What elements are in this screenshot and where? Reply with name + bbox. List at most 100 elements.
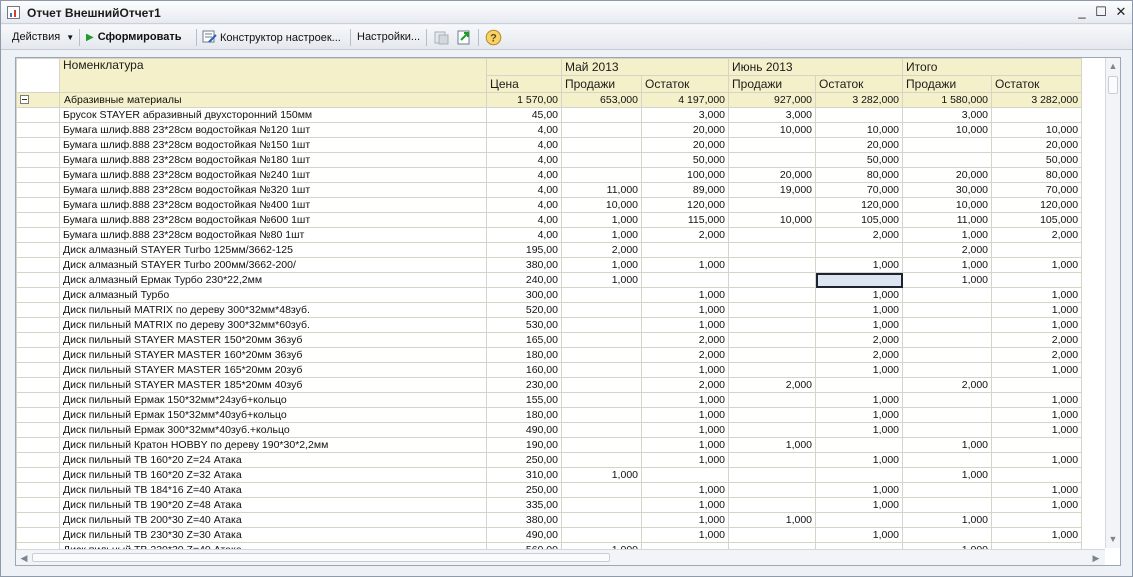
cell-june-balance[interactable]: 1,000 (815, 362, 904, 378)
cell-total-sales[interactable] (902, 482, 993, 498)
cell-may-balance[interactable]: 1,000 (640, 422, 730, 438)
cell-june-balance[interactable]: 1,000 (815, 497, 904, 513)
row-gutter[interactable] (16, 92, 60, 108)
cell-nomenclature[interactable]: Диск алмазный STAYER Turbo 200мм/3662-20… (59, 257, 487, 273)
cell-june-balance[interactable]: 70,000 (815, 182, 904, 198)
cell-may-balance[interactable]: 100,000 (640, 167, 730, 183)
cell-total-sales[interactable] (902, 392, 993, 408)
cell-nomenclature[interactable]: Бумага шлиф.888 23*28см водостойкая №600… (59, 212, 487, 228)
table-row[interactable]: Диск пильный Ермак 300*32мм*40зуб.+кольц… (16, 422, 1083, 438)
cell-may-balance[interactable] (640, 242, 730, 258)
cell-total-sales[interactable] (902, 317, 993, 333)
cell-may-balance[interactable]: 89,000 (640, 182, 730, 198)
cell-june-balance[interactable]: 1,000 (815, 257, 904, 273)
header-nomenclature[interactable]: Номенклатура (59, 58, 487, 93)
table-row[interactable]: Диск пильный STAYER MASTER 150*20мм 36зу… (16, 332, 1083, 348)
cell-may-balance[interactable]: 4 197,000 (640, 92, 730, 108)
cell-total-balance[interactable] (991, 512, 1083, 528)
cell-price[interactable]: 190,00 (486, 437, 562, 453)
group-row[interactable]: Абразивные материалы 1 570,00 653,000 4 197… (16, 92, 1083, 108)
header-may[interactable]: Май 2013 (560, 58, 730, 76)
table-row[interactable]: Диск пильный MATRIX по дереву 300*32мм*6… (16, 317, 1083, 333)
cell-total-balance[interactable]: 80,000 (991, 167, 1083, 183)
table-row[interactable]: Бумага шлиф.888 23*28см водостойкая №400… (16, 197, 1083, 213)
cell-total-balance[interactable]: 1,000 (991, 317, 1083, 333)
vertical-scroll-thumb[interactable] (1108, 76, 1118, 94)
cell-may-balance[interactable]: 1,000 (640, 527, 730, 543)
cell-price[interactable]: 195,00 (486, 242, 562, 258)
cell-june-sales[interactable] (728, 392, 817, 408)
cell-nomenclature[interactable]: Бумага шлиф.888 23*28см водостойкая №400… (59, 197, 487, 213)
cell-june-balance[interactable]: 3 282,000 (815, 92, 904, 108)
cell-june-balance[interactable] (815, 467, 904, 483)
cell-total-balance[interactable]: 2,000 (991, 227, 1083, 243)
table-row[interactable]: Диск пильный Кратон HOBBY по дереву 190*… (16, 437, 1083, 453)
table-row[interactable]: Бумага шлиф.888 23*28см водостойкая №180… (16, 152, 1083, 168)
cell-price[interactable]: 160,00 (486, 362, 562, 378)
cell-may-balance[interactable]: 1,000 (640, 482, 730, 498)
cell-may-balance[interactable]: 20,000 (640, 137, 730, 153)
export-icon[interactable] (456, 29, 473, 46)
cell-total-sales[interactable] (902, 347, 993, 363)
cell-may-balance[interactable] (640, 467, 730, 483)
cell-nomenclature[interactable]: Диск пильный STAYER MASTER 160*20мм 36зу… (59, 347, 487, 363)
cell-price[interactable]: 300,00 (486, 287, 562, 303)
cell-nomenclature[interactable]: Диск пильный ТВ 184*16 Z=40 Атака (59, 482, 487, 498)
cell-total-balance[interactable] (991, 467, 1083, 483)
cell-may-sales[interactable] (561, 302, 642, 318)
cell-may-sales[interactable] (561, 137, 642, 153)
table-row[interactable]: Диск алмазный STAYER Turbo 125мм/3662-12… (16, 242, 1083, 258)
cell-may-sales[interactable]: 653,000 (561, 92, 642, 108)
scroll-left-arrow-icon[interactable]: ◀ (17, 552, 31, 564)
cell-june-sales[interactable] (728, 482, 817, 498)
cell-total-balance[interactable]: 1,000 (991, 287, 1083, 303)
cell-may-balance[interactable]: 1,000 (640, 302, 730, 318)
cell-total-sales[interactable]: 2,000 (902, 242, 993, 258)
cell-may-balance[interactable]: 3,000 (640, 107, 730, 123)
cell-june-sales[interactable] (728, 137, 817, 153)
table-row[interactable]: Диск пильный ТВ 230*30 Z=30 Атака 490,00 1… (16, 527, 1083, 543)
cell-may-sales[interactable] (561, 527, 642, 543)
table-row[interactable]: Бумага шлиф.888 23*28см водостойкая №240… (16, 167, 1083, 183)
cell-price[interactable]: 4,00 (486, 152, 562, 168)
cell-june-sales[interactable] (728, 242, 817, 258)
cell-may-sales[interactable] (561, 497, 642, 513)
cell-june-sales[interactable]: 10,000 (728, 122, 817, 138)
cell-price[interactable]: 520,00 (486, 302, 562, 318)
cell-price[interactable]: 45,00 (486, 107, 562, 123)
cell-nomenclature[interactable]: Диск пильный STAYER MASTER 150*20мм 36зу… (59, 332, 487, 348)
cell-total-balance[interactable]: 2,000 (991, 332, 1083, 348)
cell-total-balance[interactable]: 1,000 (991, 422, 1083, 438)
cell-may-sales[interactable] (561, 512, 642, 528)
cell-price[interactable]: 250,00 (486, 482, 562, 498)
header-total-sales[interactable]: Продажи (902, 75, 993, 93)
cell-price[interactable]: 4,00 (486, 167, 562, 183)
cell-nomenclature[interactable]: Диск пильный Ермак 300*32мм*40зуб.+кольц… (59, 422, 487, 438)
cell-total-sales[interactable] (902, 362, 993, 378)
cell-may-sales[interactable] (561, 392, 642, 408)
cell-june-balance[interactable]: 2,000 (815, 227, 904, 243)
cell-may-sales[interactable] (561, 452, 642, 468)
cell-june-sales[interactable] (728, 527, 817, 543)
cell-june-sales[interactable] (728, 332, 817, 348)
cell-june-sales[interactable]: 10,000 (728, 212, 817, 228)
cell-may-sales[interactable] (561, 317, 642, 333)
output-disabled-icon[interactable] (433, 29, 450, 46)
header-total[interactable]: Итого (902, 58, 1083, 76)
cell-june-balance[interactable]: 10,000 (815, 122, 904, 138)
cell-may-balance[interactable]: 1,000 (640, 392, 730, 408)
table-row[interactable]: Диск пильный ТВ 200*30 Z=40 Атака 380,00 1… (16, 512, 1083, 528)
cell-nomenclature[interactable]: Диск пильный MATRIX по дереву 300*32мм*4… (59, 302, 487, 318)
scroll-up-arrow-icon[interactable]: ▲ (1106, 60, 1120, 72)
cell-june-sales[interactable]: 1,000 (728, 512, 817, 528)
cell-june-sales[interactable] (728, 347, 817, 363)
cell-total-balance[interactable] (991, 107, 1083, 123)
cell-june-balance[interactable] (815, 272, 904, 288)
cell-june-sales[interactable]: 2,000 (728, 377, 817, 393)
cell-total-sales[interactable] (902, 407, 993, 423)
header-total-balance[interactable]: Остаток (991, 75, 1083, 93)
cell-price[interactable]: 335,00 (486, 497, 562, 513)
cell-may-balance[interactable]: 1,000 (640, 512, 730, 528)
cell-june-balance[interactable] (815, 107, 904, 123)
cell-nomenclature[interactable]: Диск пильный Ермак 150*32мм*24зуб+кольцо (59, 392, 487, 408)
